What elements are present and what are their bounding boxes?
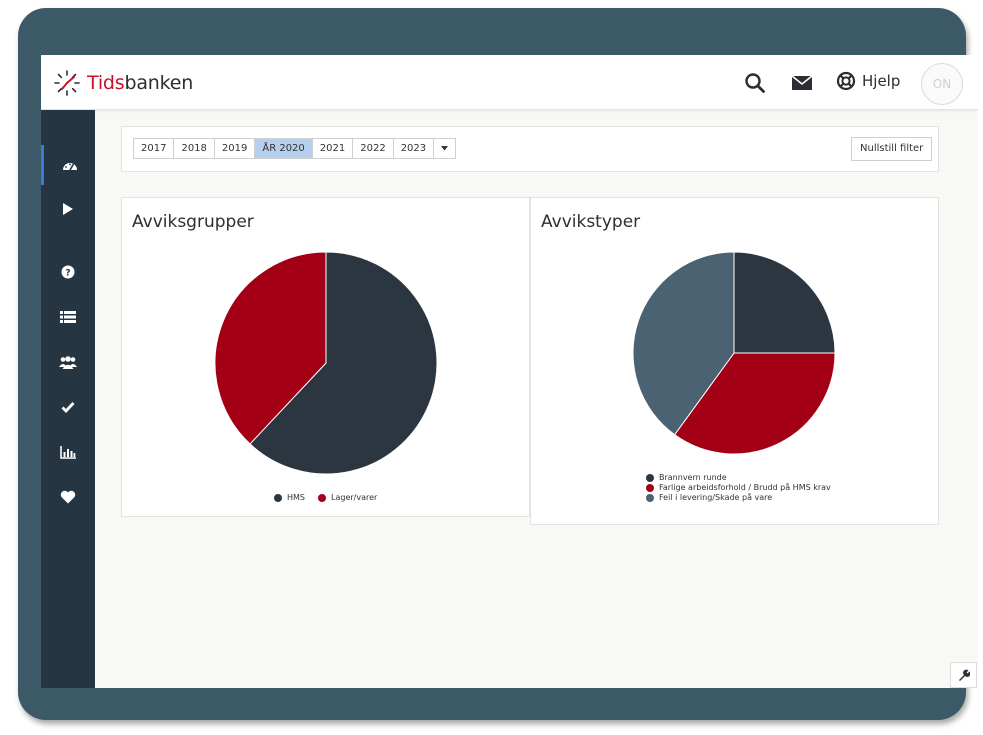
sidebar-item-tasks[interactable]	[41, 387, 95, 427]
legend-label: Brannvern runde	[659, 473, 727, 482]
legend-label: Feil i levering/Skade på vare	[659, 493, 773, 502]
sidebar-item-favorites[interactable]	[41, 477, 95, 517]
mail-icon[interactable]	[791, 72, 813, 94]
legend-label: Farlige arbeidsforhold / Brudd på HMS kr…	[659, 483, 831, 492]
logo[interactable]: Tidsbanken	[53, 68, 193, 98]
top-bar: Tidsbanken Hjelp ON	[41, 55, 978, 110]
legend-swatch	[646, 493, 654, 502]
legend-swatch	[318, 493, 326, 502]
heart-icon	[60, 490, 76, 504]
pie-chart	[632, 251, 836, 455]
legend-item[interactable]: Lager/varer	[318, 493, 377, 502]
chart-title: Avviksgrupper	[132, 212, 254, 232]
legend-item[interactable]: HMS	[274, 493, 305, 502]
lifebuoy-icon	[836, 71, 856, 91]
help-label: Hjelp	[862, 72, 901, 90]
legend-item[interactable]: Farlige arbeidsforhold / Brudd på HMS kr…	[646, 483, 831, 492]
logo-text-tids: Tids	[87, 72, 125, 94]
year-button[interactable]: 2017	[134, 139, 175, 158]
year-button[interactable]: 2022	[353, 139, 394, 158]
sidebar-item-reports[interactable]	[41, 432, 95, 472]
legend-label: HMS	[287, 493, 305, 502]
legend-swatch	[646, 473, 654, 482]
svg-text:?: ?	[65, 269, 70, 279]
bar-chart-icon	[60, 445, 76, 459]
question-icon: ?	[61, 265, 75, 279]
sidebar-item-help[interactable]: ?	[41, 252, 95, 292]
reset-filter-button[interactable]: Nullstill filter	[851, 137, 933, 161]
year-button[interactable]: 2018	[174, 139, 215, 158]
year-dropdown-toggle[interactable]	[434, 139, 456, 158]
caret-down-icon	[441, 146, 449, 151]
year-filter-bar: 2017 2018 2019 ÅR 2020 2021 2022 2023 Nullstil…	[121, 126, 939, 172]
sidebar-item-list[interactable]	[41, 297, 95, 337]
wrench-icon	[958, 669, 970, 681]
sidebar: ?	[41, 110, 95, 688]
app-screen: Tidsbanken Hjelp ON ? 2017 2018 2019 ÅR …	[41, 55, 978, 688]
year-button[interactable]: 2021	[312, 139, 354, 158]
year-button-group: 2017 2018 2019 ÅR 2020 2021 2022 2023	[133, 138, 457, 159]
search-icon[interactable]	[744, 72, 766, 94]
status-toggle[interactable]: ON	[921, 63, 963, 105]
chart-title: Avvikstyper	[541, 212, 641, 232]
check-icon	[61, 402, 75, 413]
logo-clock-icon	[54, 70, 80, 96]
legend-label: Lager/varer	[331, 493, 378, 502]
users-icon	[59, 355, 77, 369]
help-button[interactable]: Hjelp	[836, 71, 900, 91]
sidebar-item-dashboard[interactable]	[41, 145, 95, 185]
play-icon	[63, 203, 73, 215]
dashboard-icon	[62, 163, 77, 171]
pie-chart	[214, 251, 438, 475]
list-icon	[60, 311, 76, 323]
sidebar-item-play[interactable]	[41, 189, 95, 229]
year-button[interactable]: ÅR 2020	[255, 139, 313, 158]
chart-panel-avvikstyper: Avvikstyper Brannvern runde Farlige arbei…	[530, 197, 939, 525]
legend-swatch	[646, 483, 654, 492]
legend-item[interactable]: Feil i levering/Skade på vare	[646, 493, 772, 502]
settings-wrench-button[interactable]	[950, 662, 977, 688]
legend-item[interactable]: Brannvern runde	[646, 473, 727, 482]
sidebar-item-users[interactable]	[41, 342, 95, 382]
year-button[interactable]: 2023	[393, 139, 435, 158]
logo-text-banken: banken	[124, 72, 194, 94]
chart-panel-avviksgrupper: Avviksgrupper HMS Lager/varer	[121, 197, 530, 517]
legend-swatch	[274, 493, 282, 502]
pie-slice-brannvern-runde[interactable]	[733, 251, 836, 354]
year-button[interactable]: 2019	[214, 139, 256, 158]
